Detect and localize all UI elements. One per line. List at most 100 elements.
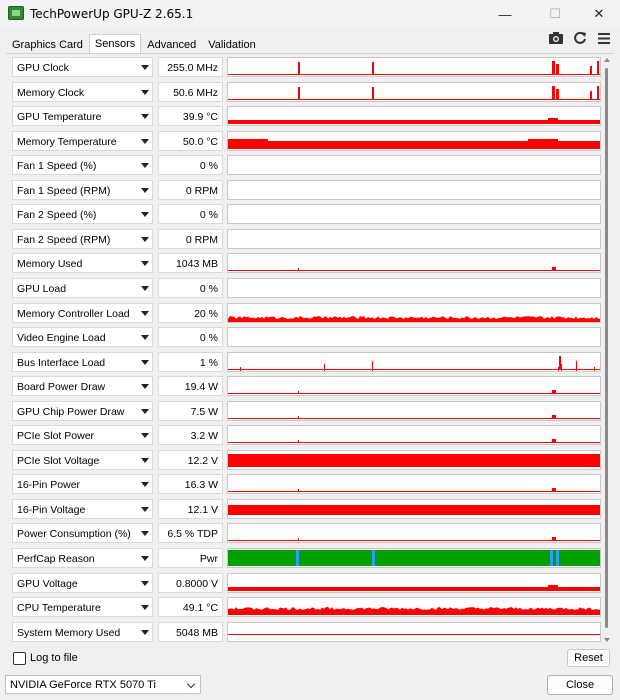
- sensor-graph: [227, 573, 601, 593]
- sensor-value-text: 12.1 V: [187, 504, 218, 516]
- sensor-value-text: 7.5 W: [190, 406, 218, 418]
- dropdown-arrow-icon: [141, 335, 149, 340]
- sensor-name-dropdown[interactable]: 16-Pin Voltage: [12, 499, 153, 519]
- sensor-name-dropdown[interactable]: Board Power Draw: [12, 376, 153, 396]
- sensor-row-board-power-draw: Board Power Draw 19.4 W: [7, 374, 606, 396]
- dropdown-arrow-icon: [141, 630, 149, 635]
- gpu-select-dropdown[interactable]: NVIDIA GeForce RTX 5070 Ti: [5, 675, 201, 694]
- tab-divider: [6, 53, 614, 54]
- sensor-name-dropdown[interactable]: Bus Interface Load: [12, 352, 153, 372]
- sensor-name-dropdown[interactable]: GPU Temperature: [12, 106, 153, 126]
- tab-advanced[interactable]: Advanced: [141, 36, 202, 54]
- sensor-name-dropdown[interactable]: Memory Clock: [12, 82, 153, 102]
- sensor-name-label: GPU Chip Power Draw: [17, 406, 125, 418]
- sensor-name-dropdown[interactable]: GPU Chip Power Draw: [12, 401, 153, 421]
- sensor-value: 3.2 W: [158, 425, 223, 445]
- menu-icon[interactable]: [596, 30, 612, 46]
- sensor-value: 0 %: [158, 204, 223, 224]
- sensor-value: 1043 MB: [158, 253, 223, 273]
- tab-strip: Graphics Card Sensors Advanced Validatio…: [6, 34, 262, 54]
- sensor-name-dropdown[interactable]: Fan 2 Speed (%): [12, 204, 153, 224]
- sensor-graph-plot: [228, 585, 600, 591]
- sensor-row-system-memory-used: System Memory Used 5048 MB: [7, 620, 606, 642]
- sensor-name-dropdown[interactable]: CPU Temperature: [12, 597, 153, 617]
- sensor-value-text: 50.0 °C: [182, 136, 218, 148]
- sensor-row-gpu-clock: GPU Clock 255.0 MHz: [7, 55, 606, 77]
- sensor-graph-plot: [228, 86, 600, 100]
- log-to-file-checkbox[interactable]: [13, 652, 26, 665]
- sensor-value: 6.5 % TDP: [158, 523, 223, 543]
- sensor-graph-plot: [228, 415, 600, 419]
- dropdown-arrow-icon: [141, 188, 149, 193]
- sensor-name-dropdown[interactable]: Power Consumption (%): [12, 523, 153, 543]
- sensor-graph-plot: [228, 390, 600, 394]
- sensor-value: 1 %: [158, 352, 223, 372]
- sensor-name-label: PerfCap Reason: [17, 553, 95, 565]
- sensor-name-dropdown[interactable]: PCIe Slot Power: [12, 425, 153, 445]
- sensor-name-dropdown[interactable]: Memory Temperature: [12, 131, 153, 151]
- sensor-name-dropdown[interactable]: GPU Load: [12, 278, 153, 298]
- dropdown-arrow-icon: [141, 458, 149, 463]
- sensor-value-text: 20 %: [194, 308, 218, 320]
- sensor-name-dropdown[interactable]: Fan 1 Speed (RPM): [12, 180, 153, 200]
- sensor-name-dropdown[interactable]: Memory Controller Load: [12, 303, 153, 323]
- sensor-value: 12.1 V: [158, 499, 223, 519]
- close-button[interactable]: Close: [547, 675, 613, 695]
- sensor-name-dropdown[interactable]: 16-Pin Power: [12, 474, 153, 494]
- dropdown-arrow-icon: [141, 90, 149, 95]
- dropdown-arrow-icon: [141, 556, 149, 561]
- scroll-up-arrow-icon[interactable]: [604, 58, 610, 62]
- scroll-down-arrow-icon[interactable]: [604, 638, 610, 642]
- sensor-name-dropdown[interactable]: Fan 2 Speed (RPM): [12, 229, 153, 249]
- dropdown-arrow-icon: [141, 482, 149, 487]
- sensor-list: GPU Clock 255.0 MHz Memory Clock 50.6 MHz GP…: [7, 55, 606, 645]
- dropdown-arrow-icon: [141, 139, 149, 144]
- sensor-value-text: 0 RPM: [185, 185, 218, 197]
- sensor-name-dropdown[interactable]: Memory Used: [12, 253, 153, 273]
- sensor-graph-plot: [228, 316, 600, 322]
- close-window-button[interactable]: ✕: [576, 0, 620, 28]
- tab-sensors[interactable]: Sensors: [88, 34, 142, 54]
- sensor-name-dropdown[interactable]: PerfCap Reason: [12, 548, 153, 568]
- sensor-name-dropdown[interactable]: System Memory Used: [12, 622, 153, 642]
- tab-graphics-card[interactable]: Graphics Card: [6, 36, 89, 54]
- sensor-value: 0.8000 V: [158, 573, 223, 593]
- tab-validation[interactable]: Validation: [202, 36, 262, 54]
- toolbar: [548, 30, 612, 46]
- sensor-value-text: 0.8000 V: [175, 578, 218, 590]
- dropdown-arrow-icon: [141, 605, 149, 610]
- window-title: TechPowerUp GPU-Z 2.65.1: [30, 7, 194, 21]
- reset-button[interactable]: Reset: [567, 649, 610, 667]
- sensor-value-text: 49.1 °C: [182, 602, 218, 614]
- dropdown-arrow-icon: [141, 286, 149, 291]
- sensor-name-dropdown[interactable]: GPU Clock: [12, 57, 153, 77]
- sensor-name-dropdown[interactable]: Video Engine Load: [12, 327, 153, 347]
- dropdown-arrow-icon: [141, 163, 149, 168]
- sensor-name-label: 16-Pin Voltage: [17, 504, 86, 516]
- chevron-down-icon: [186, 679, 196, 689]
- sensor-row-video-engine-load: Video Engine Load 0 %: [7, 325, 606, 347]
- dropdown-arrow-icon: [141, 531, 149, 536]
- sensor-graph-plot: [228, 61, 600, 75]
- sensor-name-label: GPU Clock: [17, 62, 69, 74]
- minimize-button[interactable]: —: [482, 0, 528, 28]
- sensor-scrollbar[interactable]: [603, 55, 613, 645]
- sensor-graph: [227, 82, 601, 102]
- sensor-value-text: 3.2 W: [190, 430, 218, 442]
- sensor-row-fan-2-speed-rpm: Fan 2 Speed (RPM) 0 RPM: [7, 227, 606, 249]
- dropdown-arrow-icon: [141, 311, 149, 316]
- sensor-value: 49.1 °C: [158, 597, 223, 617]
- refresh-icon[interactable]: [572, 30, 588, 46]
- sensor-name-dropdown[interactable]: GPU Voltage: [12, 573, 153, 593]
- sensor-graph: [227, 131, 601, 151]
- sensor-value-text: 6.5 % TDP: [167, 528, 218, 540]
- sensor-name-dropdown[interactable]: Fan 1 Speed (%): [12, 155, 153, 175]
- scroll-thumb[interactable]: [605, 68, 608, 628]
- dropdown-arrow-icon: [141, 261, 149, 266]
- sensor-name-dropdown[interactable]: PCIe Slot Voltage: [12, 450, 153, 470]
- maximize-button[interactable]: ☐: [532, 0, 578, 28]
- sensor-row-pcie-slot-power: PCIe Slot Power 3.2 W: [7, 423, 606, 445]
- sensor-graph: [227, 401, 601, 421]
- camera-icon[interactable]: [548, 30, 564, 46]
- sensor-value-text: 12.2 V: [187, 455, 218, 467]
